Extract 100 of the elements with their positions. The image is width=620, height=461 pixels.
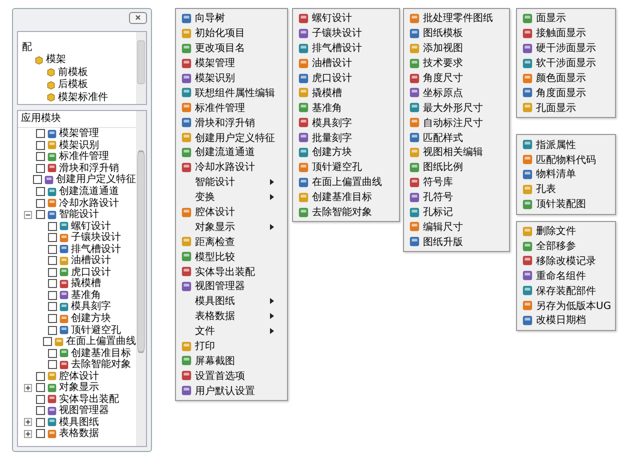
tree-item-label[interactable]: 顶针避空孔 <box>71 324 121 336</box>
tree-item-label[interactable]: 配 <box>22 42 32 53</box>
menu-item[interactable]: 顶针避空孔 <box>294 160 398 175</box>
menu-item[interactable]: 编辑尺寸 <box>405 219 508 234</box>
menu-item[interactable]: 角度面显示 <box>518 85 614 100</box>
menu-item[interactable]: 另存为低版本UG <box>518 298 614 314</box>
menu-item[interactable]: 指派属性 <box>518 137 614 152</box>
tree-item-label[interactable]: 标准件管理 <box>59 151 109 162</box>
menu-item[interactable]: 创建方块 <box>294 145 398 160</box>
tree-item-label[interactable]: 前模板 <box>58 66 88 78</box>
menu-item[interactable]: 孔符号 <box>405 190 508 205</box>
tree-item-label[interactable]: 模架 <box>46 54 66 66</box>
tree-item-label[interactable]: 撬模槽 <box>71 278 101 290</box>
menu-item[interactable]: 屏幕截图 <box>177 353 286 368</box>
checkbox[interactable] <box>36 372 45 381</box>
expand-icon[interactable] <box>24 430 32 438</box>
checkbox[interactable] <box>48 279 57 288</box>
menu-item[interactable]: 批量刻字 <box>294 130 398 146</box>
menu-item[interactable]: 接触面显示 <box>518 26 614 41</box>
checkbox[interactable] <box>36 429 45 438</box>
tree-item-label[interactable]: 实体导出装配 <box>59 394 119 405</box>
tree-item-label[interactable]: 表格数据 <box>59 428 99 440</box>
menu-item[interactable]: 在面上偏置曲线 <box>294 174 398 190</box>
checkbox[interactable] <box>48 222 57 231</box>
menu-item[interactable]: 创建基准目标 <box>294 190 398 205</box>
menu-item[interactable]: 颜色面显示 <box>518 70 614 86</box>
tree-item-label[interactable]: 滑块和浮升销 <box>59 162 119 174</box>
checkbox[interactable] <box>36 198 45 208</box>
tree-item-label[interactable]: 模架识别 <box>59 140 99 151</box>
menu-item[interactable]: 改模日期档 <box>518 313 614 328</box>
menu-item[interactable]: 孔标记 <box>405 204 508 220</box>
menu-item[interactable]: 全部移参 <box>518 238 614 254</box>
checkbox[interactable] <box>36 140 45 150</box>
menu-item[interactable]: 实体导出装配 <box>177 264 286 280</box>
tree-item-label[interactable]: 创建用户定义特征 <box>56 174 136 186</box>
menu-item[interactable]: 重命名组件 <box>518 268 614 284</box>
checkbox[interactable] <box>36 418 45 427</box>
tree-item-label[interactable]: 排气槽设计 <box>71 244 121 255</box>
menu-item[interactable]: 角度尺寸 <box>405 70 508 86</box>
menu-item[interactable]: 对象显示 <box>177 219 286 234</box>
checkbox[interactable] <box>36 129 45 138</box>
checkbox[interactable] <box>36 152 45 162</box>
checkbox[interactable] <box>48 326 57 335</box>
menu-item[interactable]: 符号库 <box>405 174 508 190</box>
tree-item-label[interactable]: 在面上偏置曲线 <box>66 336 136 348</box>
menu-item[interactable]: 添加视图 <box>405 40 508 56</box>
checkbox[interactable] <box>48 360 57 370</box>
menu-item[interactable]: 撬模槽 <box>294 85 398 100</box>
expand-icon[interactable] <box>24 384 32 392</box>
checkbox[interactable] <box>48 233 57 242</box>
tree-item-label[interactable]: 创建方块 <box>71 313 111 324</box>
checkbox[interactable] <box>36 394 45 404</box>
menu-item[interactable]: 硬干涉面显示 <box>518 40 614 56</box>
menu-item[interactable]: 联想组件属性编辑 <box>177 85 286 100</box>
tree-item-label[interactable]: 视图管理器 <box>59 405 109 416</box>
menu-item[interactable]: 设置首选项 <box>177 368 286 384</box>
menu-item[interactable]: 软干涉面显示 <box>518 56 614 71</box>
menu-item[interactable]: 模具刻字 <box>294 115 398 130</box>
checkbox[interactable] <box>43 337 52 346</box>
menu-item[interactable]: 坐标原点 <box>405 85 508 100</box>
menu-item[interactable]: 变换 <box>177 190 286 205</box>
tree-item-label[interactable]: 智能设计 <box>59 209 99 220</box>
menu-item[interactable]: 图纸模板 <box>405 26 508 41</box>
tree-item-label[interactable]: 模具图纸 <box>59 416 99 428</box>
menu-item[interactable]: 物料清单 <box>518 167 614 182</box>
menu-item[interactable]: 打印 <box>177 338 286 354</box>
menu-item[interactable]: 保存装配部件 <box>518 283 614 298</box>
menu-item[interactable]: 孔表 <box>518 182 614 197</box>
menu-item[interactable]: 创建用户定义特征 <box>177 130 286 146</box>
tree-item-label[interactable]: 虎口设计 <box>71 266 111 278</box>
menu-item[interactable]: 基准角 <box>294 100 398 116</box>
tree-item-label[interactable]: 模架标准件 <box>58 92 108 103</box>
menu-item[interactable]: 距离检查 <box>177 234 286 250</box>
menu-item[interactable]: 初始化项目 <box>177 26 286 41</box>
menu-item[interactable]: 移除改模记录 <box>518 253 614 268</box>
tree-item-label[interactable]: 油槽设计 <box>71 255 111 266</box>
checkbox[interactable] <box>36 187 45 196</box>
checkbox[interactable] <box>48 290 57 300</box>
tree-item-label[interactable]: 创建流道通道 <box>59 186 119 197</box>
menu-item[interactable]: 图纸升版 <box>405 234 508 250</box>
tree-item-label[interactable]: 创建基准目标 <box>71 348 131 359</box>
menu-item[interactable]: 滑块和浮升销 <box>177 115 286 130</box>
menu-item[interactable]: 表格数据 <box>177 308 286 324</box>
menu-item[interactable]: 模型比较 <box>177 249 286 264</box>
menu-item[interactable]: 去除智能对象 <box>294 204 398 220</box>
expand-icon[interactable] <box>24 418 32 426</box>
menu-item[interactable]: 标准件管理 <box>177 100 286 116</box>
scrollbar[interactable] <box>136 111 146 446</box>
menu-item[interactable]: 创建流道通道 <box>177 145 286 160</box>
menu-item[interactable]: 图纸比例 <box>405 160 508 175</box>
tree-item-label[interactable]: 去除智能对象 <box>71 359 131 370</box>
checkbox[interactable] <box>48 302 57 312</box>
checkbox[interactable] <box>48 268 57 277</box>
menu-item[interactable]: 匹配样式 <box>405 130 508 146</box>
tree-item-label[interactable]: 螺钉设计 <box>71 220 111 232</box>
menu-item[interactable]: 自动标注尺寸 <box>405 115 508 130</box>
close-button[interactable] <box>129 12 147 24</box>
menu-item[interactable]: 排气槽设计 <box>294 40 398 56</box>
checkbox[interactable] <box>33 175 42 184</box>
menu-item[interactable]: 更改项目名 <box>177 40 286 56</box>
